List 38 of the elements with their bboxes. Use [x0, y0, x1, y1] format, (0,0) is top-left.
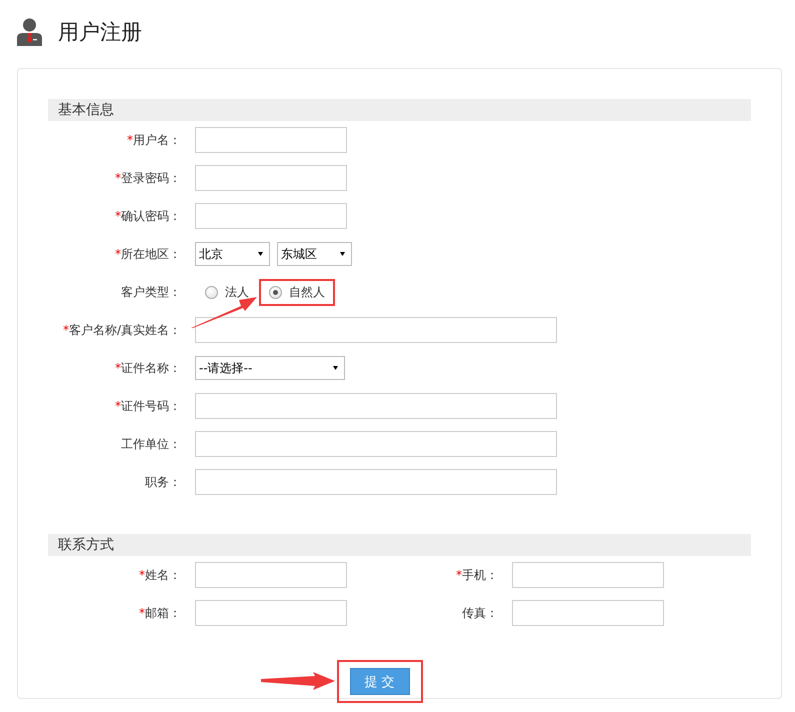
text-field[interactable] — [195, 600, 347, 626]
radio-button[interactable] — [269, 286, 282, 298]
field-label: *确认密码： — [114, 208, 182, 224]
caret-icon — [258, 252, 263, 256]
field-label: 职务： — [144, 474, 182, 490]
field-label: *证件号码： — [114, 398, 182, 414]
field-label: *用户名： — [126, 132, 182, 148]
field-label: *证件名称： — [114, 360, 182, 376]
radio-option[interactable]: 法人 — [195, 278, 259, 306]
text-field[interactable] — [512, 562, 664, 588]
dropdown[interactable]: 北京 — [195, 242, 270, 266]
field-label: 工作单位： — [120, 436, 182, 452]
radio-button[interactable] — [205, 286, 218, 298]
field-label: *手机： — [455, 566, 499, 584]
field-label: 客户类型： — [120, 284, 182, 300]
text-field[interactable] — [195, 317, 557, 343]
text-field[interactable] — [195, 562, 347, 588]
text-field[interactable] — [195, 203, 347, 229]
text-field[interactable] — [195, 127, 347, 153]
page-title: 用户注册 — [58, 19, 142, 46]
text-field[interactable] — [195, 393, 557, 419]
user-icon — [17, 18, 42, 46]
dropdown[interactable]: --请选择-- — [195, 356, 345, 380]
text-field[interactable] — [195, 165, 347, 191]
field-label: *所在地区： — [114, 246, 182, 262]
section-header: 联系方式 — [48, 534, 751, 556]
field-label: *邮箱： — [138, 604, 182, 622]
dropdown[interactable]: 东城区 — [277, 242, 352, 266]
field-label: *登录密码： — [114, 170, 182, 186]
caret-icon — [340, 252, 345, 256]
caret-icon — [333, 366, 338, 370]
text-field[interactable] — [195, 431, 557, 457]
field-label: *姓名： — [138, 566, 182, 584]
text-field[interactable] — [195, 469, 557, 495]
field-label: 传真： — [461, 604, 499, 622]
field-label: *客户名称/真实姓名： — [62, 322, 182, 338]
text-field[interactable] — [512, 600, 664, 626]
section-header: 基本信息 — [48, 99, 751, 121]
